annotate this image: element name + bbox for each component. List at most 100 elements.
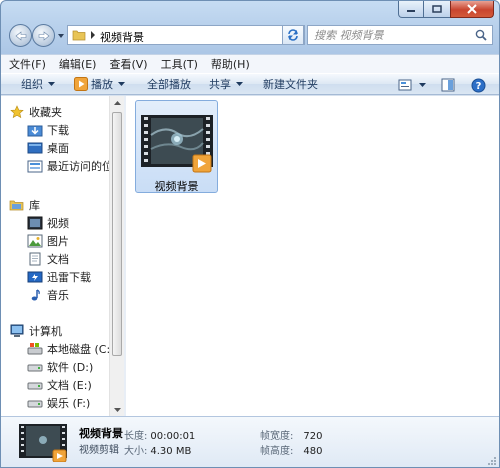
maximize-button[interactable]: [424, 1, 450, 18]
address-bar[interactable]: 视频背景: [67, 25, 305, 45]
details-size-label: 大小:: [124, 446, 148, 457]
details-length-label: 长度:: [124, 431, 148, 442]
resize-grip-icon[interactable]: [487, 456, 497, 466]
pictures-library-icon: [27, 234, 43, 248]
chevron-down-icon: [236, 81, 243, 86]
help-button[interactable]: ?: [471, 75, 486, 95]
nav-item-label: 图片: [47, 235, 69, 248]
refresh-button[interactable]: [282, 25, 304, 45]
play-all-button[interactable]: 全部播放: [147, 74, 191, 94]
menu-view[interactable]: 查看(V): [109, 56, 147, 72]
media-play-icon: [74, 77, 88, 91]
search-input[interactable]: [314, 27, 474, 43]
arrow-right-icon: [38, 30, 49, 41]
help-icon: ?: [471, 78, 486, 92]
scroll-down-button[interactable]: [110, 403, 124, 417]
menu-help[interactable]: 帮助(H): [211, 56, 250, 72]
arrow-left-icon: [15, 30, 26, 41]
organize-button[interactable]: 组织: [21, 74, 55, 94]
star-icon: [10, 105, 24, 119]
hard-drive-icon: [27, 382, 43, 390]
details-file-name: 视频背景: [79, 427, 123, 440]
play-all-label: 全部播放: [147, 78, 191, 91]
minimize-button[interactable]: [398, 1, 424, 18]
search-icon[interactable]: [475, 29, 487, 41]
menu-tools[interactable]: 工具(T): [161, 56, 198, 72]
content-area: 收藏夹 下载 桌面 最近访问的位置 库: [1, 95, 499, 417]
share-button[interactable]: 共享: [209, 74, 243, 94]
new-folder-label: 新建文件夹: [263, 78, 318, 91]
minimize-icon: [407, 10, 415, 12]
forward-button[interactable]: [32, 24, 55, 47]
details-frame-height-label: 帧高度:: [260, 446, 294, 457]
close-icon: [467, 4, 477, 14]
nav-item-documents[interactable]: 文档: [27, 251, 69, 267]
chevron-down-icon: [113, 407, 121, 412]
file-item-video[interactable]: 视频背景: [135, 100, 218, 193]
caption-buttons: [398, 1, 494, 19]
nav-computer[interactable]: 计算机: [9, 323, 62, 339]
recent-pages-dropdown-icon[interactable]: [57, 31, 65, 41]
details-frame-width-value: 720: [303, 431, 323, 442]
nav-item-music[interactable]: 音乐: [27, 287, 69, 303]
nav-item-label: 软件 (D:): [47, 361, 94, 374]
nav-item-videos[interactable]: 视频: [27, 215, 69, 231]
video-thumbnail-icon: [141, 115, 213, 173]
chevron-down-icon: [118, 81, 125, 86]
back-button[interactable]: [9, 24, 32, 47]
scrollbar-thumb[interactable]: [112, 112, 122, 356]
breadcrumb-current-folder[interactable]: 视频背景: [100, 29, 144, 45]
details-frame-height-value: 480: [303, 446, 323, 457]
details-pane: 视频背景 视频剪辑 长度: 00:00:01 大小: 4.30 MB 帧宽度: 720…: [1, 416, 499, 467]
computer-icon: [10, 324, 24, 337]
menu-file[interactable]: 文件(F): [9, 56, 46, 72]
music-note-icon: [31, 289, 40, 301]
search-box[interactable]: [307, 25, 493, 45]
explorer-window: 视频背景 文件(F) 编辑(E) 查看(V) 工具(T) 帮助(H) 组织 播放…: [0, 0, 500, 468]
nav-computer-label: 计算机: [29, 325, 62, 338]
maximize-icon: [432, 5, 442, 13]
nav-item-label: 下载: [47, 124, 69, 137]
details-frame-width: 帧宽度: 720: [260, 427, 322, 442]
view-options-icon: [398, 79, 412, 91]
nav-favorites-label: 收藏夹: [29, 106, 62, 119]
nav-item-pictures[interactable]: 图片: [27, 233, 69, 249]
nav-item-label: 桌面: [47, 142, 69, 155]
nav-libraries[interactable]: 库: [9, 197, 40, 213]
address-row: 视频背景: [7, 23, 493, 49]
organize-label: 组织: [21, 78, 43, 91]
refresh-icon: [288, 29, 298, 41]
nav-item-drive-f[interactable]: 娱乐 (F:): [27, 395, 90, 411]
close-button[interactable]: [450, 1, 494, 18]
scroll-up-button[interactable]: [110, 96, 124, 110]
hard-drive-icon: [27, 364, 43, 372]
menu-edit[interactable]: 编辑(E): [59, 56, 97, 72]
nav-item-drive-d[interactable]: 软件 (D:): [27, 359, 93, 375]
nav-item-desktop[interactable]: 桌面: [27, 140, 69, 156]
nav-libraries-label: 库: [29, 199, 40, 212]
preview-pane-button[interactable]: [441, 75, 455, 95]
nav-item-label: 最近访问的位置: [47, 160, 109, 173]
nav-item-downloads[interactable]: 下载: [27, 122, 69, 138]
navigation-scrollbar[interactable]: [109, 96, 124, 417]
breadcrumb-separator-icon[interactable]: [90, 31, 96, 39]
nav-favorites[interactable]: 收藏夹: [9, 104, 62, 120]
details-file-type: 视频剪辑: [79, 445, 119, 456]
nav-item-label: 文档 (E:): [47, 379, 92, 392]
nav-item-recent-places[interactable]: 最近访问的位置: [27, 158, 109, 174]
desktop-icon: [27, 142, 43, 154]
play-button[interactable]: 播放: [74, 74, 125, 94]
nav-item-drive-e[interactable]: 文档 (E:): [27, 377, 92, 393]
nav-item-drive-c[interactable]: 本地磁盘 (C:): [27, 341, 109, 357]
new-folder-button[interactable]: 新建文件夹: [263, 74, 318, 94]
navigation-pane: 收藏夹 下载 桌面 最近访问的位置 库: [1, 96, 109, 417]
recent-places-icon: [27, 160, 43, 173]
change-view-button[interactable]: [398, 75, 426, 95]
nav-item-label: 音乐: [47, 289, 69, 302]
video-thumbnail-icon: [19, 424, 67, 462]
command-bar: 组织 播放 全部播放 共享 新建文件夹 ?: [1, 73, 499, 95]
downloads-folder-icon: [27, 125, 43, 137]
video-library-icon: [27, 216, 43, 230]
nav-item-label: 文档: [47, 253, 69, 266]
nav-item-xunlei-downloads[interactable]: 迅雷下载: [27, 269, 91, 285]
